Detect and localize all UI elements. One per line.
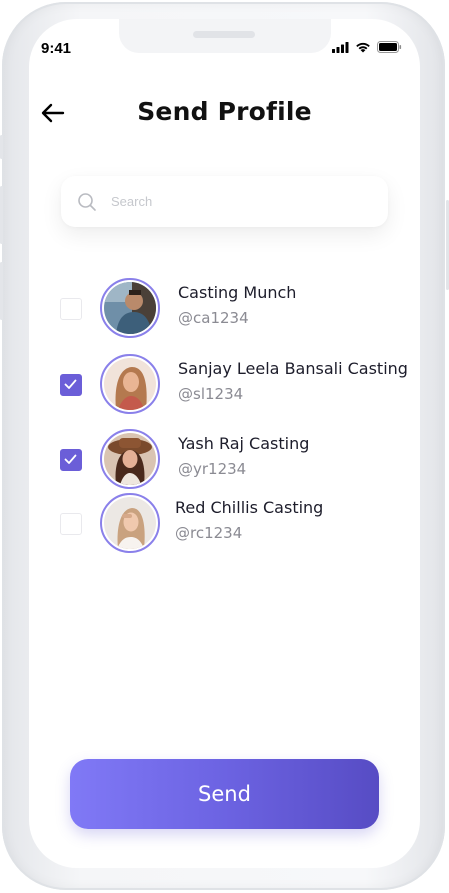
contact-row-yash-raj-casting[interactable]: Yash Raj Casting @yr1234	[29, 429, 420, 493]
search-icon	[78, 192, 96, 211]
speaker-grille	[193, 31, 255, 38]
contact-name: Casting Munch	[178, 283, 297, 302]
contact-name: Red Chillis Casting	[175, 498, 324, 517]
notch	[119, 19, 331, 53]
contact-row-red-chillis-casting[interactable]: Red Chillis Casting @rc1234	[29, 493, 420, 557]
phone-side-button-silent	[0, 135, 3, 159]
avatar	[100, 354, 160, 414]
contact-handle: @yr1234	[178, 460, 247, 478]
search-input[interactable]	[111, 194, 361, 209]
avatar	[100, 278, 160, 338]
contact-row-casting-munch[interactable]: Casting Munch @ca1234	[29, 278, 420, 342]
checkmark-icon	[64, 379, 77, 389]
battery-icon	[377, 41, 402, 53]
status-icons	[332, 41, 402, 53]
contact-checkbox[interactable]	[60, 374, 82, 396]
phone-side-button-volume-up	[0, 186, 3, 244]
contact-name: Sanjay Leela Bansali Casting	[178, 359, 408, 378]
send-button[interactable]: Send	[70, 759, 379, 829]
wifi-icon	[356, 42, 370, 52]
avatar	[100, 429, 160, 489]
page-title: Send Profile	[137, 97, 312, 126]
search-bar[interactable]	[61, 176, 388, 227]
contact-checkbox[interactable]	[60, 513, 82, 535]
contact-handle: @rc1234	[175, 524, 243, 542]
contact-name: Yash Raj Casting	[178, 434, 310, 453]
contact-checkbox[interactable]	[60, 298, 82, 320]
contact-checkbox[interactable]	[60, 449, 82, 471]
screen: 9:41 Send Profile Search Casting Munch @…	[29, 19, 420, 868]
contact-handle: @sl1234	[178, 385, 244, 403]
checkmark-icon	[64, 454, 77, 464]
phone-side-button-volume-down	[0, 262, 3, 320]
contact-handle: @ca1234	[178, 309, 249, 327]
avatar	[100, 493, 160, 553]
contact-row-sanjay-leela-bansali-casting[interactable]: Sanjay Leela Bansali Casting @sl1234	[29, 354, 420, 418]
signal-icon	[332, 41, 349, 53]
status-time: 9:41	[41, 40, 72, 57]
